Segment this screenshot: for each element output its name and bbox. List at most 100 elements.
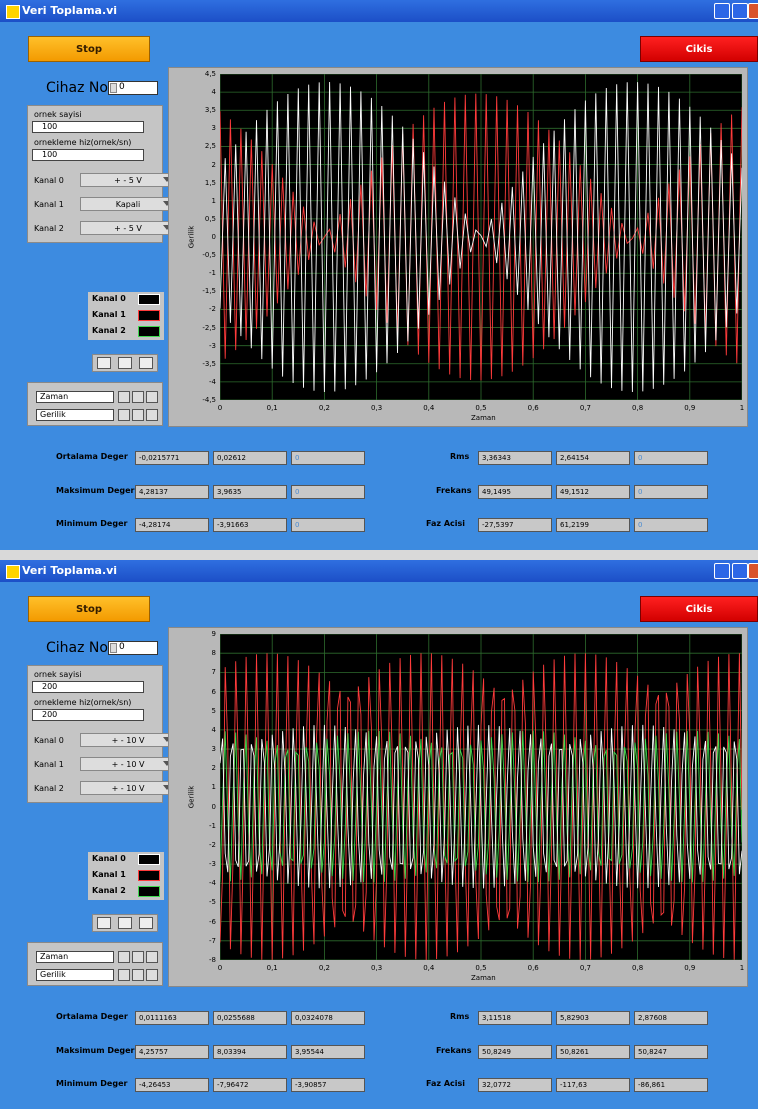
waveform-graph[interactable] — [220, 634, 742, 960]
y-tick-label: 6 — [211, 687, 216, 696]
ornek-sayisi-field[interactable]: 100 — [32, 121, 144, 133]
x-tick-label: 0,9 — [684, 964, 696, 972]
close-button[interactable] — [748, 3, 758, 19]
legend-item[interactable]: Kanal 2 — [92, 326, 162, 339]
autoscale-icon[interactable] — [132, 391, 144, 403]
x-axis-name-field[interactable]: Zaman — [36, 391, 114, 403]
x-tick-label: 0,1 — [266, 404, 278, 412]
kanal-1-select[interactable]: + - 10 V — [80, 757, 176, 771]
autoscale-icon[interactable] — [132, 951, 144, 963]
acquisition-settings-panel: ornek sayisi 100 ornekleme hiz(ornek/sn)… — [27, 105, 176, 243]
x-tick-label: 0 — [217, 404, 223, 412]
crosshair-icon[interactable] — [96, 357, 111, 369]
cihaz-no-field[interactable]: 0 — [108, 641, 158, 655]
zoom-icon[interactable] — [117, 917, 132, 929]
cikis-button[interactable]: Cikis — [640, 596, 758, 622]
format-icon[interactable] — [146, 409, 158, 421]
minimum-label: Minimum Deger — [56, 1079, 128, 1088]
format-icon[interactable] — [146, 951, 158, 963]
faz-value-1: -117,63 — [556, 1078, 630, 1092]
frekans-label: Frekans — [436, 486, 472, 495]
x-tick-label: 0 — [217, 964, 223, 972]
stepper-icon[interactable] — [110, 83, 117, 93]
stop-button[interactable]: Stop — [28, 36, 150, 62]
pan-hand-icon[interactable] — [139, 357, 154, 369]
lock-icon[interactable] — [118, 951, 130, 963]
window-title: Veri Toplama.vi — [22, 4, 118, 17]
y-axis-buttons — [118, 409, 160, 421]
minimum-value-2: -3,90857 — [291, 1078, 365, 1092]
y-tick-label: 5 — [211, 706, 216, 715]
x-tick-label: 0,5 — [475, 964, 487, 972]
kanal-2-label: Kanal 2 — [34, 224, 64, 233]
cikis-button[interactable]: Cikis — [640, 36, 758, 62]
autoscale-icon[interactable] — [132, 409, 144, 421]
lock-icon[interactable] — [118, 391, 130, 403]
kanal-0-value: + - 5 V — [114, 175, 142, 185]
veri-toplama-window-2: Veri Toplama.vi Stop Cikis Cihaz No 0 or… — [0, 560, 758, 1109]
maximize-button[interactable] — [732, 563, 748, 579]
zoom-icon[interactable] — [117, 357, 132, 369]
minimize-button[interactable] — [714, 563, 730, 579]
kanal-2-value: + - 5 V — [114, 223, 142, 233]
y-axis-name-field[interactable]: Gerilik — [36, 409, 114, 421]
legend-label: Kanal 2 — [92, 886, 126, 895]
waveform-graph[interactable] — [220, 74, 742, 400]
scale-legend: Zaman Gerilik — [27, 382, 163, 426]
kanal-2-select[interactable]: + - 10 V — [80, 781, 176, 795]
legend-label: Kanal 1 — [92, 310, 126, 319]
minimize-button[interactable] — [714, 3, 730, 19]
legend-item[interactable]: Kanal 2 — [92, 886, 162, 899]
kanal-0-select[interactable]: + - 5 V — [80, 173, 176, 187]
kanal-0-select[interactable]: + - 10 V — [80, 733, 176, 747]
ornekleme-hiz-field[interactable]: 100 — [32, 149, 144, 161]
title-bar: Veri Toplama.vi — [0, 560, 758, 582]
cihaz-no-field[interactable]: 0 — [108, 81, 158, 95]
y-tick-label: 1 — [211, 196, 216, 205]
stop-button[interactable]: Stop — [28, 596, 150, 622]
format-icon[interactable] — [146, 391, 158, 403]
pan-hand-icon[interactable] — [139, 917, 154, 929]
cihaz-no-value: 0 — [119, 82, 125, 92]
legend-item[interactable]: Kanal 0 — [92, 294, 162, 307]
rms-value-2: 0 — [634, 451, 708, 465]
close-button[interactable] — [748, 563, 758, 579]
kanal-0-label: Kanal 0 — [34, 736, 64, 745]
y-tick-label: 2 — [211, 160, 216, 169]
lock-icon[interactable] — [118, 409, 130, 421]
kanal-1-select[interactable]: Kapali — [80, 197, 176, 211]
crosshair-icon[interactable] — [96, 917, 111, 929]
legend-item[interactable]: Kanal 0 — [92, 854, 162, 867]
y-tick-label: 1,5 — [204, 178, 216, 187]
ornekleme-hiz-label: ornekleme hiz(ornek/sn) — [34, 698, 132, 707]
y-tick-label: -5 — [209, 898, 216, 907]
legend-item[interactable]: Kanal 1 — [92, 870, 162, 883]
x-tick-label: 1 — [739, 404, 745, 412]
autoscale-icon[interactable] — [132, 969, 144, 981]
y-tick-label: -4 — [209, 377, 216, 386]
plot-legend: Kanal 0 Kanal 1 Kanal 2 — [88, 852, 164, 900]
x-tick-label: 0,2 — [318, 964, 330, 972]
ortalama-value-2: 0 — [291, 451, 365, 465]
minimum-value-2: 0 — [291, 518, 365, 532]
ornek-sayisi-label: ornek sayisi — [34, 670, 82, 679]
x-axis-name-field[interactable]: Zaman — [36, 951, 114, 963]
maximize-button[interactable] — [732, 3, 748, 19]
ornekleme-hiz-field[interactable]: 200 — [32, 709, 144, 721]
x-tick-label: 0,7 — [579, 964, 591, 972]
format-icon[interactable] — [146, 969, 158, 981]
y-tick-label: 2,5 — [204, 142, 216, 151]
x-tick-label: 1 — [739, 964, 745, 972]
legend-item[interactable]: Kanal 1 — [92, 310, 162, 323]
x-axis-label: Zaman — [471, 414, 496, 422]
y-axis-name-field[interactable]: Gerilik — [36, 969, 114, 981]
stepper-icon[interactable] — [110, 643, 117, 653]
kanal-0-swatch-icon — [138, 294, 160, 305]
ortalama-value-1: 0,0255688 — [213, 1011, 287, 1025]
ornekleme-hiz-value: 100 — [42, 150, 58, 159]
lock-icon[interactable] — [118, 969, 130, 981]
acquisition-settings-panel: ornek sayisi 200 ornekleme hiz(ornek/sn)… — [27, 665, 176, 803]
kanal-2-select[interactable]: + - 5 V — [80, 221, 176, 235]
ornek-sayisi-field[interactable]: 200 — [32, 681, 144, 693]
ornek-sayisi-value: 200 — [42, 682, 58, 691]
